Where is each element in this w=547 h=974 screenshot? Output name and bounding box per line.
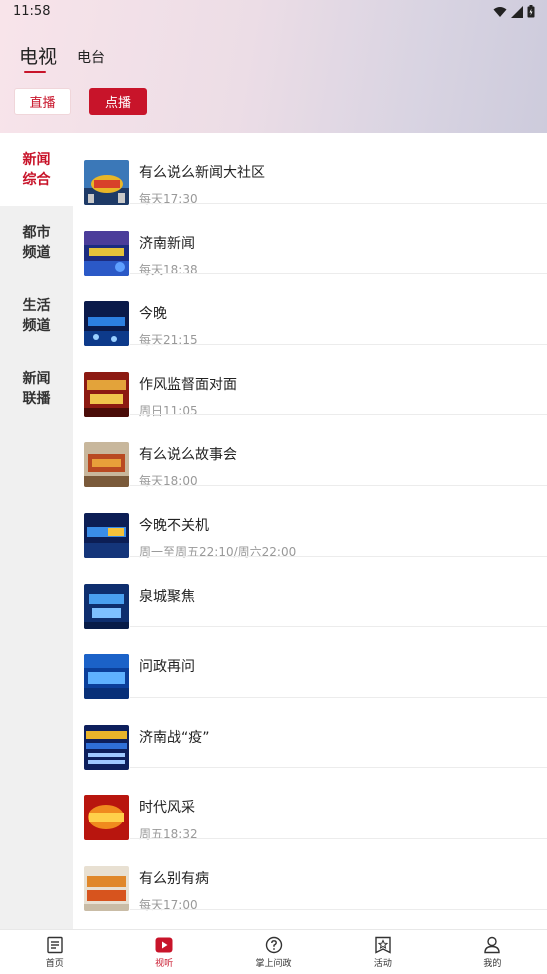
program-title: 时代风采 xyxy=(139,800,195,817)
program-title: 作风监督面对面 xyxy=(139,376,237,393)
nav-activities[interactable]: 活动 xyxy=(328,930,437,974)
nav-mine[interactable]: 我的 xyxy=(438,930,547,974)
nav-label: 首页 xyxy=(45,959,64,969)
sidebar-item-label: 新闻综合 xyxy=(22,151,51,188)
program-title: 济南战“疫” xyxy=(139,729,210,746)
list-item[interactable]: 问政再问 xyxy=(73,627,547,700)
program-thumbnail xyxy=(84,230,129,276)
active-tab-indicator xyxy=(24,71,46,73)
tab-radio-label: 电台 xyxy=(77,50,106,66)
battery-icon xyxy=(527,5,535,18)
on-demand-button[interactable]: 点播 xyxy=(89,88,147,115)
nav-label: 活动 xyxy=(373,959,392,969)
news-icon xyxy=(47,936,63,954)
program-time: 每天17:00 xyxy=(139,897,198,912)
program-list: 有么说么新闻大社区 每天17:30 济南新闻 每天18:38 今晚 每天21:1… xyxy=(73,133,547,929)
tab-tv-label: 电视 xyxy=(19,46,58,68)
star-icon xyxy=(375,936,391,954)
list-item[interactable]: 时代风采 周五18:32 xyxy=(73,768,547,841)
row-divider xyxy=(130,908,547,910)
list-item[interactable]: 今晚 每天21:15 xyxy=(73,274,547,347)
tab-tv[interactable]: 电视 xyxy=(19,42,58,73)
program-thumbnail xyxy=(84,442,129,488)
wifi-icon xyxy=(493,6,507,17)
live-button[interactable]: 直播 xyxy=(14,88,71,115)
question-icon xyxy=(265,936,282,954)
list-item[interactable]: 作风监督面对面 周日11:05 xyxy=(73,345,547,418)
channel-sidebar: 新闻综合 都市频道 生活频道 新闻联播 xyxy=(0,133,73,929)
status-time: 11:58 xyxy=(13,4,51,19)
media-type-tabs: 电视 电台 xyxy=(19,42,125,73)
nav-audio-video[interactable]: 视听 xyxy=(109,930,218,974)
program-title: 济南新闻 xyxy=(139,235,195,252)
sidebar-item-city-channel[interactable]: 都市频道 xyxy=(0,206,73,279)
mode-buttons: 直播 点播 xyxy=(14,88,147,115)
program-thumbnail xyxy=(84,301,129,347)
program-thumbnail xyxy=(84,654,129,700)
nav-label: 我的 xyxy=(483,959,502,969)
sidebar-item-label: 新闻联播 xyxy=(22,370,51,407)
nav-home[interactable]: 首页 xyxy=(0,930,109,974)
program-title: 问政再问 xyxy=(139,659,195,676)
nav-inquiry[interactable]: 掌上问政 xyxy=(219,930,328,974)
list-item[interactable]: 有么别有病 每天17:00 xyxy=(73,839,547,912)
signal-icon xyxy=(511,5,523,18)
program-thumbnail xyxy=(84,865,129,911)
program-title: 泉城聚焦 xyxy=(139,588,195,605)
sidebar-item-life-channel[interactable]: 生活频道 xyxy=(0,279,73,352)
program-title: 今晚不关机 xyxy=(139,517,209,534)
program-title: 有么说么新闻大社区 xyxy=(139,165,265,181)
status-icons xyxy=(493,5,535,18)
sidebar-item-label: 都市频道 xyxy=(22,224,51,261)
program-thumbnail xyxy=(84,160,129,205)
user-icon xyxy=(484,936,501,954)
sidebar-item-news-broadcast[interactable]: 新闻联播 xyxy=(0,352,73,425)
nav-label: 掌上问政 xyxy=(255,959,292,969)
list-item[interactable]: 泉城聚焦 xyxy=(73,557,547,629)
program-thumbnail xyxy=(84,795,129,841)
play-icon xyxy=(155,937,173,953)
program-thumbnail xyxy=(84,512,129,558)
bottom-nav: 首页 视听 掌上问政 活动 我的 xyxy=(0,929,547,974)
program-thumbnail xyxy=(84,371,129,417)
list-item[interactable]: 今晚不关机 周一至周五22:10/周六22:00 xyxy=(73,486,547,559)
status-bar: 11:58 xyxy=(0,0,547,24)
tab-radio[interactable]: 电台 xyxy=(77,47,105,69)
list-item[interactable]: 有么说么新闻大社区 每天17:30 xyxy=(73,133,547,206)
program-thumbnail xyxy=(84,583,129,629)
list-item[interactable]: 有么说么故事会 每天18:00 xyxy=(73,415,547,488)
sidebar-item-label: 生活频道 xyxy=(22,297,51,334)
program-title: 有么说么故事会 xyxy=(139,447,237,464)
program-thumbnail xyxy=(84,724,129,770)
program-title: 有么别有病 xyxy=(139,870,209,887)
header: 11:58 电视 电台 直播 点播 xyxy=(0,0,547,133)
nav-label: 视听 xyxy=(155,959,174,969)
sidebar-item-news-general[interactable]: 新闻综合 xyxy=(0,133,73,206)
list-item[interactable]: 济南新闻 每天18:38 xyxy=(73,204,547,277)
program-title: 今晚 xyxy=(139,306,167,323)
list-item[interactable]: 济南战“疫” xyxy=(73,698,547,770)
